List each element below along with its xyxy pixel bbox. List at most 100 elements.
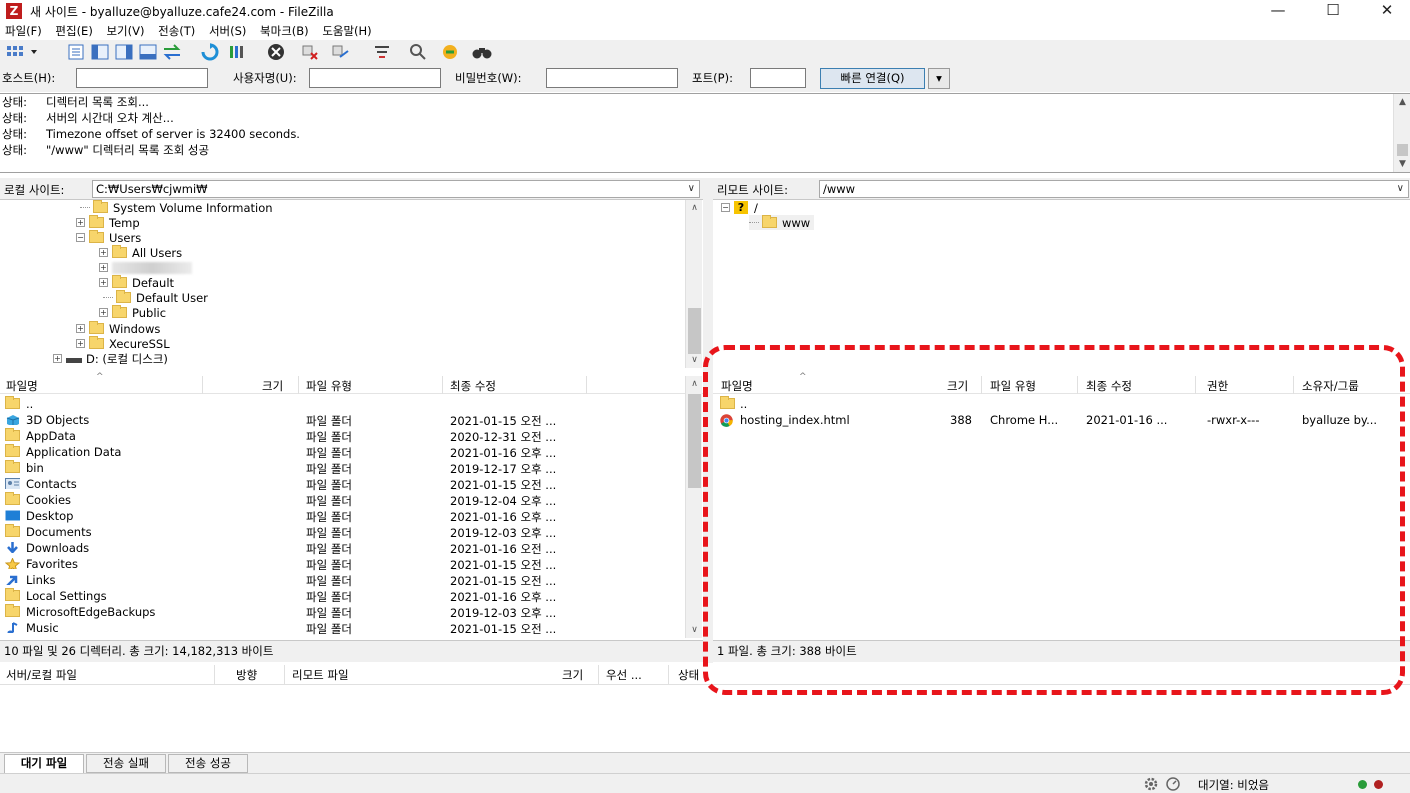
expand-icon[interactable]: + (99, 263, 108, 272)
expand-icon[interactable]: + (99, 278, 108, 287)
cancel-operation-icon[interactable] (266, 42, 286, 62)
menu-server[interactable]: 서버(S) (204, 22, 251, 40)
message-log[interactable]: 상태: 디렉터리 목록 조회... 상태: 서버의 시간대 오차 계산... 상태:… (0, 93, 1410, 173)
tab-failed-transfers[interactable]: 전송 실패 (86, 754, 166, 773)
reconnect-icon[interactable] (330, 42, 350, 62)
port-input[interactable] (750, 68, 806, 88)
tree-item[interactable]: − Users (76, 230, 141, 245)
list-item[interactable]: Desktop 파일 폴더 2021-01-16 오후 ... (0, 508, 686, 524)
tree-item[interactable]: + (99, 260, 192, 275)
expand-icon[interactable]: + (76, 324, 85, 333)
list-item[interactable]: MicrosoftEdgeBackups 파일 폴더 2019-12-03 오후 .… (0, 604, 686, 620)
minimize-button[interactable]: — (1255, 0, 1301, 22)
list-item[interactable]: Application Data 파일 폴더 2021-01-16 오후 ... (0, 444, 686, 460)
local-list-scrollbar[interactable]: ∧ ∨ (685, 376, 702, 638)
col-priority[interactable]: 우선 ... (606, 667, 642, 683)
col-modified[interactable]: 최종 수정 (450, 378, 496, 394)
local-tree-scrollbar[interactable]: ∧ ∨ (685, 200, 702, 368)
toggle-remote-tree-icon[interactable] (114, 42, 134, 62)
list-item[interactable]: Local Settings 파일 폴더 2021-01-16 오후 ... (0, 588, 686, 604)
scroll-up-icon[interactable]: ∧ (686, 376, 703, 392)
col-status[interactable]: 상태 (678, 667, 699, 683)
list-item[interactable]: Favorites 파일 폴더 2021-01-15 오전 ... (0, 556, 686, 572)
process-queue-icon[interactable] (226, 42, 246, 62)
list-item[interactable]: Music 파일 폴더 2021-01-15 오전 ... (0, 620, 686, 636)
col-size[interactable]: 크기 (562, 667, 583, 683)
menu-help[interactable]: 도움말(H) (317, 22, 376, 40)
tab-successful-transfers[interactable]: 전송 성공 (168, 754, 248, 773)
col-server-local-file[interactable]: 서버/로컬 파일 (6, 667, 77, 683)
scroll-down-icon[interactable]: ∨ (686, 622, 703, 638)
host-input[interactable] (76, 68, 208, 88)
tree-item[interactable]: + Public (99, 305, 166, 320)
list-item[interactable]: Cookies 파일 폴더 2019-12-04 오후 ... (0, 492, 686, 508)
list-item[interactable]: Downloads 파일 폴더 2021-01-16 오전 ... (0, 540, 686, 556)
tab-queued-files[interactable]: 대기 파일 (4, 754, 84, 773)
tree-item-selected[interactable]: www (749, 215, 815, 230)
scroll-down-icon[interactable]: ▼ (1394, 156, 1410, 172)
tree-item[interactable]: + XecureSSL (76, 336, 170, 351)
toggle-queue-icon[interactable] (138, 42, 158, 62)
username-input[interactable] (309, 68, 441, 88)
list-item[interactable]: AppData 파일 폴더 2020-12-31 오전 ... (0, 428, 686, 444)
scroll-thumb[interactable] (1397, 144, 1408, 156)
col-permissions[interactable]: 권한 (1207, 378, 1228, 394)
scroll-down-icon[interactable]: ∨ (686, 352, 703, 368)
col-type[interactable]: 파일 유형 (306, 378, 352, 394)
menu-bookmarks[interactable]: 북마크(B) (255, 22, 314, 40)
site-manager-icon[interactable] (4, 42, 40, 62)
list-item[interactable]: Documents 파일 폴더 2019-12-03 오후 ... (0, 524, 686, 540)
col-size[interactable]: 크기 (947, 378, 968, 394)
list-item[interactable]: bin 파일 폴더 2019-12-17 오후 ... (0, 460, 686, 476)
col-remote-file[interactable]: 리모트 파일 (292, 667, 349, 683)
tree-item[interactable]: System Volume Information (80, 200, 273, 215)
expand-icon[interactable]: + (53, 354, 62, 363)
col-direction[interactable]: 방향 (236, 667, 257, 683)
disconnect-icon[interactable] (300, 42, 320, 62)
tree-item[interactable]: + D: (로컬 디스크) (53, 351, 168, 366)
scroll-up-icon[interactable]: ∧ (686, 200, 703, 216)
toggle-log-icon[interactable] (66, 42, 86, 62)
list-item[interactable]: 3D Objects 파일 폴더 2021-01-15 오전 ... (0, 412, 686, 428)
menu-view[interactable]: 보기(V) (101, 22, 149, 40)
compare-dirs-icon[interactable] (408, 42, 428, 62)
tree-item[interactable]: + Windows (76, 321, 160, 336)
scroll-thumb[interactable] (688, 308, 701, 354)
col-filename[interactable]: 파일명 (721, 378, 753, 394)
menu-file[interactable]: 파일(F) (0, 22, 47, 40)
tree-item[interactable]: + Default (99, 275, 174, 290)
list-item[interactable]: .. (713, 396, 1410, 412)
tree-item[interactable]: + Temp (76, 215, 140, 230)
log-scrollbar[interactable]: ▲ ▼ (1393, 94, 1410, 172)
expand-icon[interactable]: + (76, 339, 85, 348)
menu-edit[interactable]: 편집(E) (50, 22, 97, 40)
list-item[interactable]: .. (0, 396, 686, 412)
col-size[interactable]: 크기 (262, 378, 283, 394)
remote-path-select[interactable]: /www ∨ (819, 180, 1409, 198)
list-item[interactable]: Contacts 파일 폴더 2021-01-15 오전 ... (0, 476, 686, 492)
col-filename[interactable]: 파일명 (6, 378, 38, 394)
close-button[interactable]: ✕ (1364, 0, 1410, 22)
expand-icon[interactable]: + (99, 308, 108, 317)
col-owner[interactable]: 소유자/그룹 (1302, 378, 1359, 394)
scroll-up-icon[interactable]: ▲ (1394, 94, 1410, 110)
sync-browse-icon[interactable] (162, 42, 182, 62)
expand-icon[interactable]: + (99, 248, 108, 257)
local-path-select[interactable]: C:₩Users₩cjwmi₩ ∨ (92, 180, 700, 198)
col-modified[interactable]: 최종 수정 (1086, 378, 1132, 394)
tree-item[interactable]: Default User (103, 290, 208, 305)
refresh-icon[interactable] (200, 42, 220, 62)
expand-icon[interactable]: + (76, 218, 85, 227)
maximize-button[interactable]: ☐ (1310, 0, 1356, 22)
directory-filter-icon[interactable] (372, 42, 392, 62)
quickconnect-button[interactable]: 빠른 연결(Q) (820, 68, 925, 89)
list-item[interactable]: hosting_index.html 388 Chrome H... 2021-… (713, 412, 1410, 428)
quickconnect-dropdown-icon[interactable]: ▾ (928, 68, 950, 89)
scroll-thumb[interactable] (688, 394, 701, 488)
collapse-icon[interactable]: − (721, 203, 730, 212)
col-type[interactable]: 파일 유형 (990, 378, 1036, 394)
queue-list[interactable] (0, 685, 1410, 751)
search-remote-icon[interactable] (472, 42, 492, 62)
collapse-icon[interactable]: − (76, 233, 85, 242)
pane-splitter[interactable] (703, 178, 713, 663)
